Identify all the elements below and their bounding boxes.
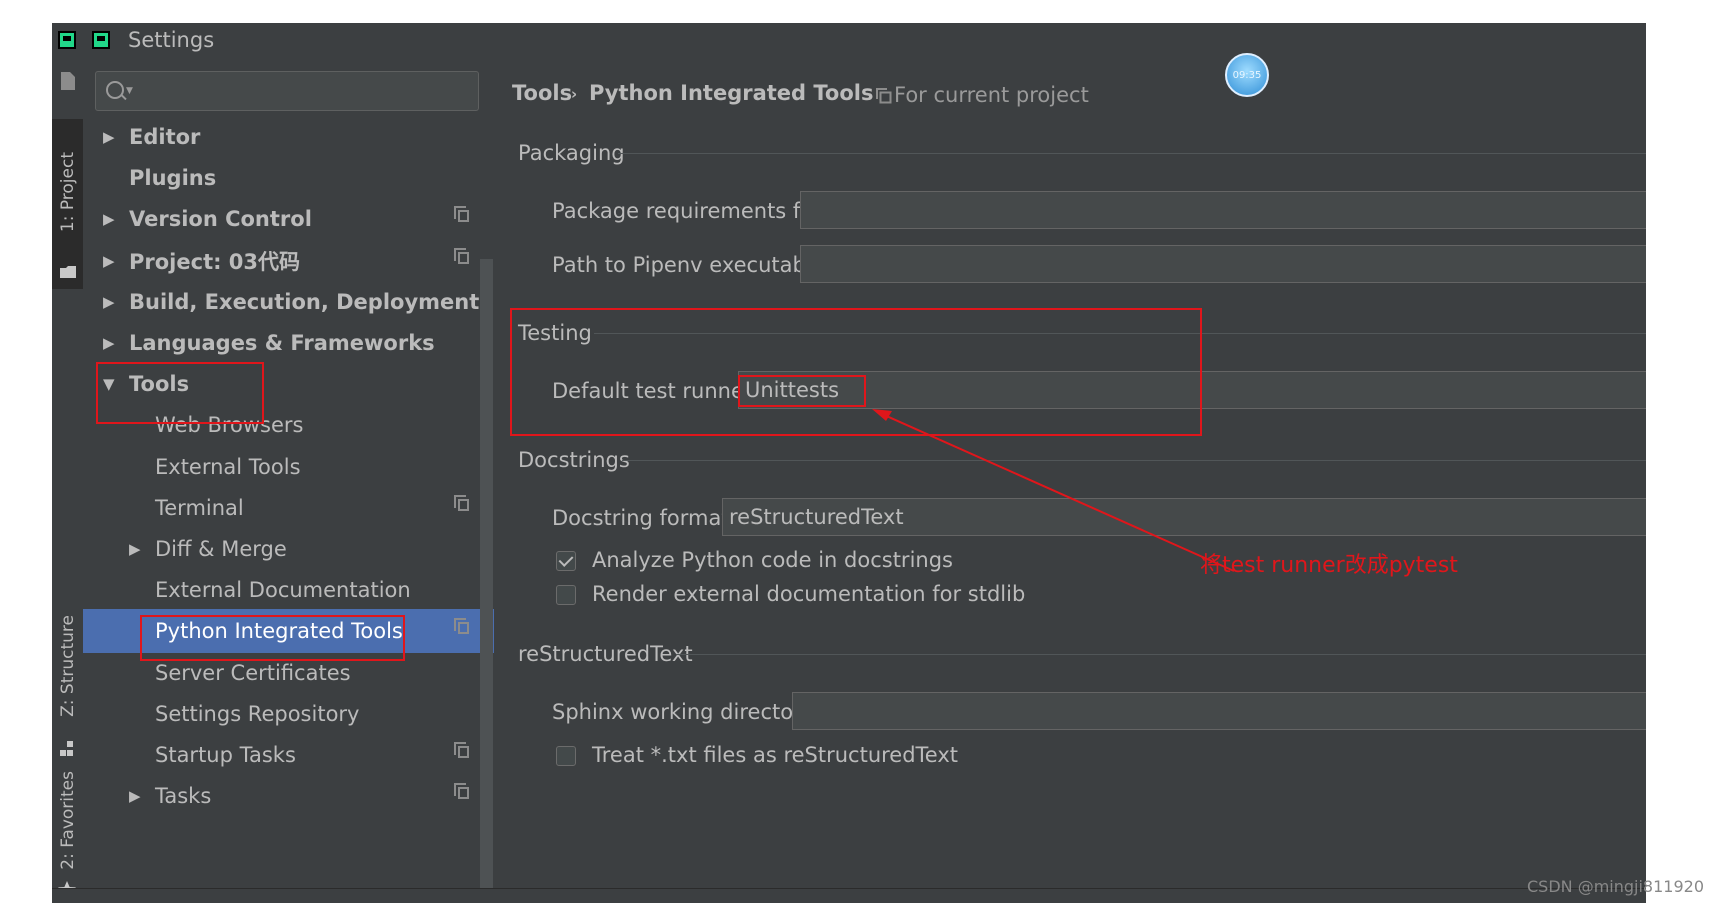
tree-item-terminal[interactable]: Terminal	[83, 486, 494, 530]
clock-widget: 09:35	[1225, 53, 1269, 97]
tree-item-external-tools[interactable]: External Tools	[83, 445, 494, 489]
tree-item-build-execution-deployment[interactable]: ▶ Build, Execution, Deployment	[83, 280, 494, 324]
tree-item-external-documentation[interactable]: External Documentation	[83, 568, 494, 612]
collapsed-arrow-icon[interactable]: ▶	[129, 787, 141, 805]
project-scope-icon	[454, 783, 469, 800]
project-scope-icon	[454, 742, 469, 758]
structure-icon	[60, 741, 73, 756]
tool-tab-project[interactable]: 1: Project	[52, 119, 83, 289]
collapsed-arrow-icon[interactable]: ▶	[103, 210, 115, 228]
title-bar: Settings	[52, 23, 1646, 59]
tree-item-project-03[interactable]: ▶ Project: 03代码	[83, 239, 494, 283]
settings-dialog-icon	[92, 31, 110, 49]
tree-scrollbar[interactable]	[480, 259, 493, 903]
tree-item-label: Version Control	[129, 207, 312, 232]
settings-search-input[interactable]	[140, 76, 474, 106]
tree-item-label: Editor	[129, 125, 201, 149]
tool-window-strip: 1: Project Z: Structure 2: Favorites	[52, 59, 84, 903]
dialog-button-bar	[52, 888, 1646, 903]
tree-item-label: Startup Tasks	[155, 743, 296, 767]
tree-item-version-control[interactable]: ▶ Version Control	[83, 197, 494, 241]
tree-item-label: Server Certificates	[155, 660, 351, 685]
tree-item-startup-tasks[interactable]: Startup Tasks	[83, 733, 494, 777]
tree-item-editor[interactable]: ▶ Editor	[83, 117, 494, 159]
tree-item-label: Diff & Merge	[155, 537, 287, 561]
tree-item-languages-frameworks[interactable]: ▶ Languages & Frameworks	[83, 321, 494, 365]
annotation-box-python-tools	[140, 615, 405, 661]
settings-tree-pane: ▼ ▶ Editor Plugins ▶ Version Control ▶ Project…	[83, 59, 494, 903]
project-scope-icon	[454, 494, 469, 511]
tree-item-label: External Tools	[155, 454, 301, 479]
window-title: Settings	[128, 28, 215, 52]
settings-tree: ▶ Editor Plugins ▶ Version Control ▶ Project: …	[83, 117, 494, 903]
tree-item-plugins[interactable]: Plugins	[83, 156, 494, 200]
project-scope-icon	[454, 618, 469, 635]
tree-item-label: Build, Execution, Deployment	[129, 289, 480, 314]
annotation-arrow	[872, 409, 1235, 572]
project-scope-icon	[454, 206, 469, 223]
tree-item-settings-repository[interactable]: Settings Repository	[83, 692, 494, 736]
project-scope-icon	[454, 247, 469, 264]
search-options-caret-icon[interactable]: ▼	[126, 86, 133, 96]
annotation-box-tools	[96, 362, 264, 424]
tool-tab-structure-label: Z: Structure	[57, 615, 78, 717]
tree-item-diff-merge[interactable]: ▶ Diff & Merge	[83, 527, 494, 571]
collapsed-arrow-icon[interactable]: ▶	[103, 334, 115, 352]
tree-item-label: Terminal	[155, 495, 244, 520]
tree-item-label: Languages & Frameworks	[129, 331, 435, 355]
collapsed-arrow-icon[interactable]: ▶	[129, 540, 141, 558]
settings-search-box[interactable]: ▼	[95, 71, 479, 111]
tree-item-label: Plugins	[129, 166, 217, 191]
tool-tab-favorites-label: 2: Favorites	[57, 770, 78, 870]
tree-item-label: External Documentation	[155, 578, 411, 603]
tree-item-label: Project: 03代码	[129, 249, 301, 274]
file-icon	[61, 72, 75, 90]
collapsed-arrow-icon[interactable]: ▶	[103, 252, 115, 270]
tool-tab-structure[interactable]: Z: Structure	[52, 594, 83, 764]
settings-content-pane: Tools › Python Integrated Tools For curr…	[494, 59, 1646, 903]
collapsed-arrow-icon[interactable]: ▶	[103, 293, 115, 311]
watermark-text: CSDN @mingji811920	[1527, 877, 1704, 896]
settings-window: Settings 1: Project Z: Structure 2: Favo…	[52, 23, 1646, 903]
collapsed-arrow-icon[interactable]: ▶	[103, 128, 115, 146]
annotation-text: 将test runner改成pytest	[1200, 553, 1458, 578]
tool-tab-favorites[interactable]: 2: Favorites	[52, 764, 83, 903]
pycharm-logo-icon	[58, 31, 76, 49]
search-icon	[106, 81, 124, 99]
tree-item-label: Settings Repository	[155, 701, 360, 726]
tool-tab-project-label: 1: Project	[57, 151, 78, 233]
folder-icon	[60, 266, 76, 278]
tree-item-tasks[interactable]: ▶ Tasks	[83, 774, 494, 818]
tree-item-label: Tasks	[155, 784, 212, 809]
